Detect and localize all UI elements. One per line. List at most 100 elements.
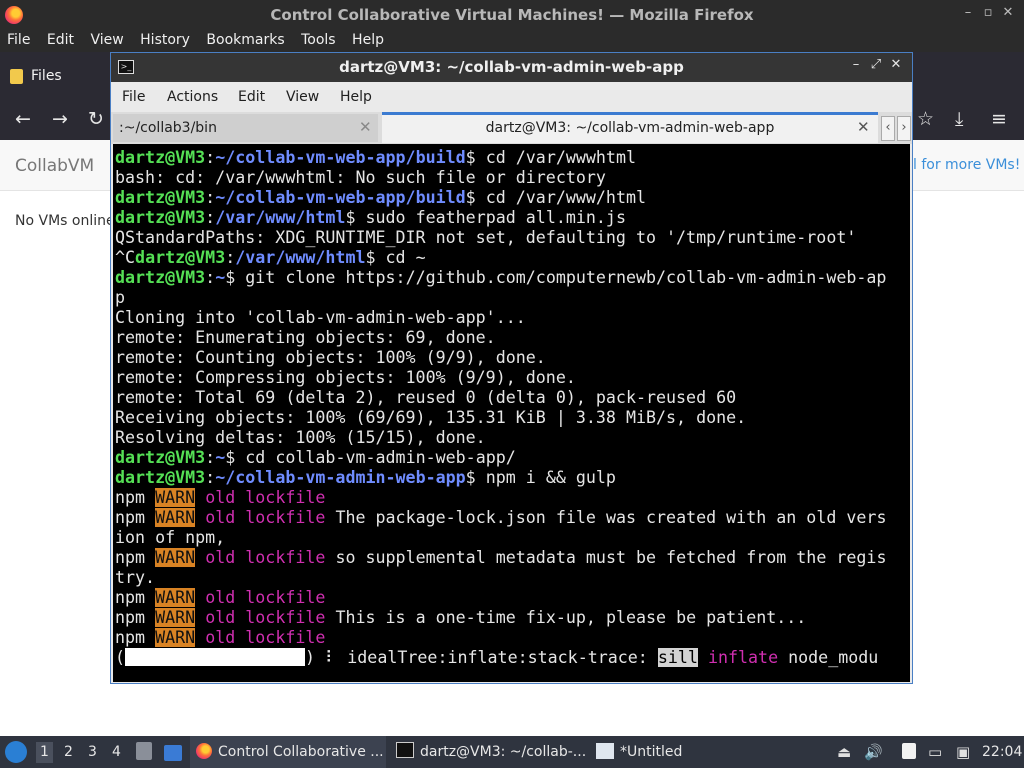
term-menu-help[interactable]: Help [340, 89, 372, 105]
warn-message: so supplemental metadata must be fetched… [325, 548, 887, 567]
maximize-icon[interactable]: ▫ [978, 5, 998, 20]
download-icon[interactable]: ⤓ [955, 108, 963, 130]
back-icon[interactable]: ← [15, 108, 31, 130]
file-manager-icon[interactable] [136, 742, 152, 760]
terminal-window: >_ dartz@VM3: ~/collab-vm-admin-web-app … [110, 52, 913, 684]
chat-icon[interactable]: ▣ [956, 743, 970, 761]
terminal-line: dartz@VM3:~/collab-vm-web-app/build$ cd … [115, 148, 636, 167]
terminal-line: remote: Counting objects: 100% (9/9), do… [115, 348, 546, 367]
minimize-icon[interactable]: – [846, 57, 866, 72]
hamburger-menu-icon[interactable]: ≡ [991, 108, 1007, 130]
forward-icon[interactable]: → [52, 108, 68, 130]
terminal-line: npm WARN old lockfile This is a one-time… [115, 608, 806, 627]
close-icon[interactable]: ✕ [886, 57, 906, 72]
desktop-icon[interactable] [164, 745, 182, 761]
task-firefox[interactable]: Control Collaborative ... [190, 736, 386, 768]
workspace-4[interactable]: 4 [112, 744, 121, 760]
reload-icon[interactable]: ↻ [88, 108, 104, 130]
menu-bookmarks[interactable]: Bookmarks [206, 30, 284, 48]
more-vms-link[interactable]: l for more VMs! [913, 157, 1020, 173]
terminal-tabbar: :~/collab3/bin ✕ dartz@VM3: ~/collab-vm-… [111, 112, 912, 144]
volume-icon[interactable]: 🔊 [864, 743, 883, 761]
tab-close-icon[interactable]: ✕ [359, 118, 372, 136]
warn-message: The package-lock.json file was created w… [325, 508, 887, 527]
menu-file[interactable]: File [7, 30, 30, 48]
tab-scroll-right-icon[interactable]: › [897, 116, 911, 141]
workspace-3[interactable]: 3 [88, 744, 97, 760]
terminal-title: dartz@VM3: ~/collab-vm-admin-web-app [339, 58, 684, 76]
progress-stage: ) ⠇ idealTree:inflate:stack-trace: [305, 648, 658, 667]
task-featherpad[interactable]: *Untitled [590, 736, 790, 768]
warn-badge: WARN [155, 608, 196, 627]
tab-admin-web-app[interactable]: dartz@VM3: ~/collab-vm-admin-web-app ✕ [382, 112, 878, 143]
clipboard-icon[interactable] [902, 743, 916, 759]
terminal-line: dartz@VM3:~/collab-vm-admin-web-app$ npm… [115, 468, 616, 487]
output-text: remote: Counting objects: 100% (9/9), do… [115, 348, 546, 367]
firefox-titlebar: Control Collaborative Virtual Machines! … [0, 0, 1024, 30]
prompt-user: dartz@VM3 [115, 208, 206, 227]
network-icon[interactable]: ▭ [928, 743, 942, 761]
output-text: remote: Compressing objects: 100% (9/9),… [115, 368, 576, 387]
menu-help[interactable]: Help [352, 30, 384, 48]
term-menu-edit[interactable]: Edit [238, 89, 265, 105]
menu-history[interactable]: History [140, 30, 190, 48]
terminal-line: npm WARN old lockfile [115, 628, 325, 647]
bookmark-star-icon[interactable]: ☆ [917, 108, 934, 130]
term-menu-file[interactable]: File [122, 89, 145, 105]
terminal-line: Receiving objects: 100% (69/69), 135.31 … [115, 408, 746, 427]
command: $ cd ~ [365, 248, 426, 267]
bookmark-files[interactable]: Files [31, 68, 62, 84]
terminal-line: remote: Total 69 (delta 2), reused 0 (de… [115, 388, 736, 407]
start-menu-icon[interactable] [5, 741, 27, 763]
npm-prefix: npm [115, 548, 156, 567]
terminal-line: remote: Compressing objects: 100% (9/9),… [115, 368, 576, 387]
site-brand[interactable]: CollabVM [15, 156, 94, 176]
output-text: Receiving objects: 100% (69/69), 135.31 … [115, 408, 747, 427]
output-text: ion of npm, [115, 528, 226, 547]
maximize-icon[interactable]: ⤢ [866, 57, 886, 72]
prompt-sep: : [205, 188, 216, 207]
prompt-path: ~/collab-vm-web-app/build [215, 188, 466, 207]
menu-view[interactable]: View [90, 30, 123, 48]
prompt-path: ~ [215, 268, 226, 287]
tab-scroll-left-icon[interactable]: ‹ [881, 116, 895, 141]
terminal-icon [396, 742, 414, 758]
terminal-line: dartz@VM3:~/collab-vm-web-app/build$ cd … [115, 188, 646, 207]
npm-prefix: npm [115, 508, 156, 527]
prompt-user: dartz@VM3 [115, 468, 206, 487]
workspace-2[interactable]: 2 [64, 744, 73, 760]
terminal-line: npm WARN old lockfile [115, 588, 325, 607]
log-level: sill [657, 648, 698, 667]
term-menu-view[interactable]: View [286, 89, 319, 105]
warn-badge: WARN [155, 508, 196, 527]
warn-kind: old lockfile [205, 548, 326, 567]
tab-close-icon[interactable]: ✕ [857, 118, 870, 136]
command: $ sudo featherpad all.min.js [345, 208, 626, 227]
term-menu-actions[interactable]: Actions [167, 89, 218, 105]
prompt-user: dartz@VM3 [115, 268, 206, 287]
terminal-output[interactable]: dartz@VM3:~/collab-vm-web-app/build $ cd … [113, 144, 910, 682]
task-terminal[interactable]: dartz@VM3: ~/collab-... [390, 736, 588, 768]
close-icon[interactable]: ✕ [998, 5, 1018, 20]
menu-tools[interactable]: Tools [301, 30, 336, 48]
terminal-line: ion of npm, [115, 528, 225, 547]
prompt-user: dartz@VM3 [115, 448, 206, 467]
log-kind: inflate [707, 648, 779, 667]
menu-edit[interactable]: Edit [47, 30, 74, 48]
window-title: Control Collaborative Virtual Machines! … [270, 6, 754, 24]
output-text: p [115, 288, 126, 307]
tab-collab3-bin[interactable]: :~/collab3/bin ✕ [113, 114, 378, 142]
terminal-line: ^Cdartz@VM3:/var/www/html$ cd ~ [115, 248, 426, 267]
clock: 22:04 [982, 744, 1023, 760]
warn-badge: WARN [155, 488, 196, 507]
upload-icon[interactable]: ⏏ [837, 743, 851, 761]
terminal-line: () ⠇ idealTree:inflate:stack-trace: sill… [115, 648, 878, 667]
workspace-1[interactable]: 1 [36, 742, 53, 763]
terminal-line: remote: Enumerating objects: 69, done. [115, 328, 496, 347]
minimize-icon[interactable]: – [958, 5, 978, 20]
terminal-line: p [115, 288, 125, 307]
prompt-path: ~ [215, 448, 226, 467]
prompt-path: /var/www/html [215, 208, 346, 227]
